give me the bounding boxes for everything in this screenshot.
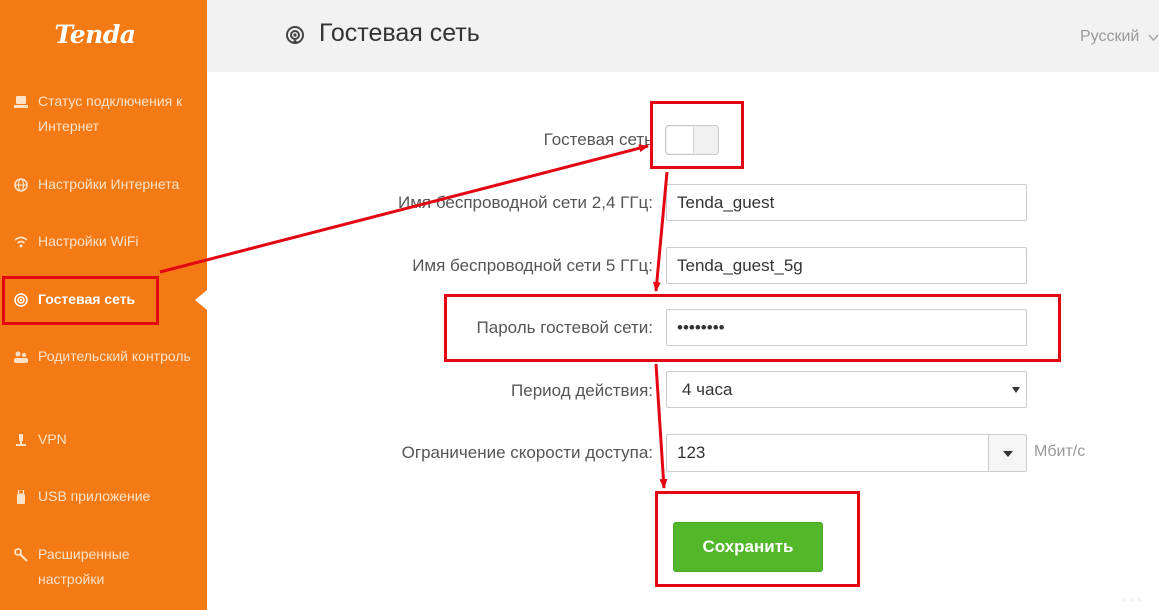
watermark: ◦ ◦ ◦ — [1122, 592, 1142, 606]
annotation-arrows — [159, 144, 669, 489]
arrow-sidebar-to-toggle — [159, 144, 649, 274]
arrow-password-to-save — [654, 363, 668, 489]
arrow-toggle-to-password — [652, 171, 669, 292]
